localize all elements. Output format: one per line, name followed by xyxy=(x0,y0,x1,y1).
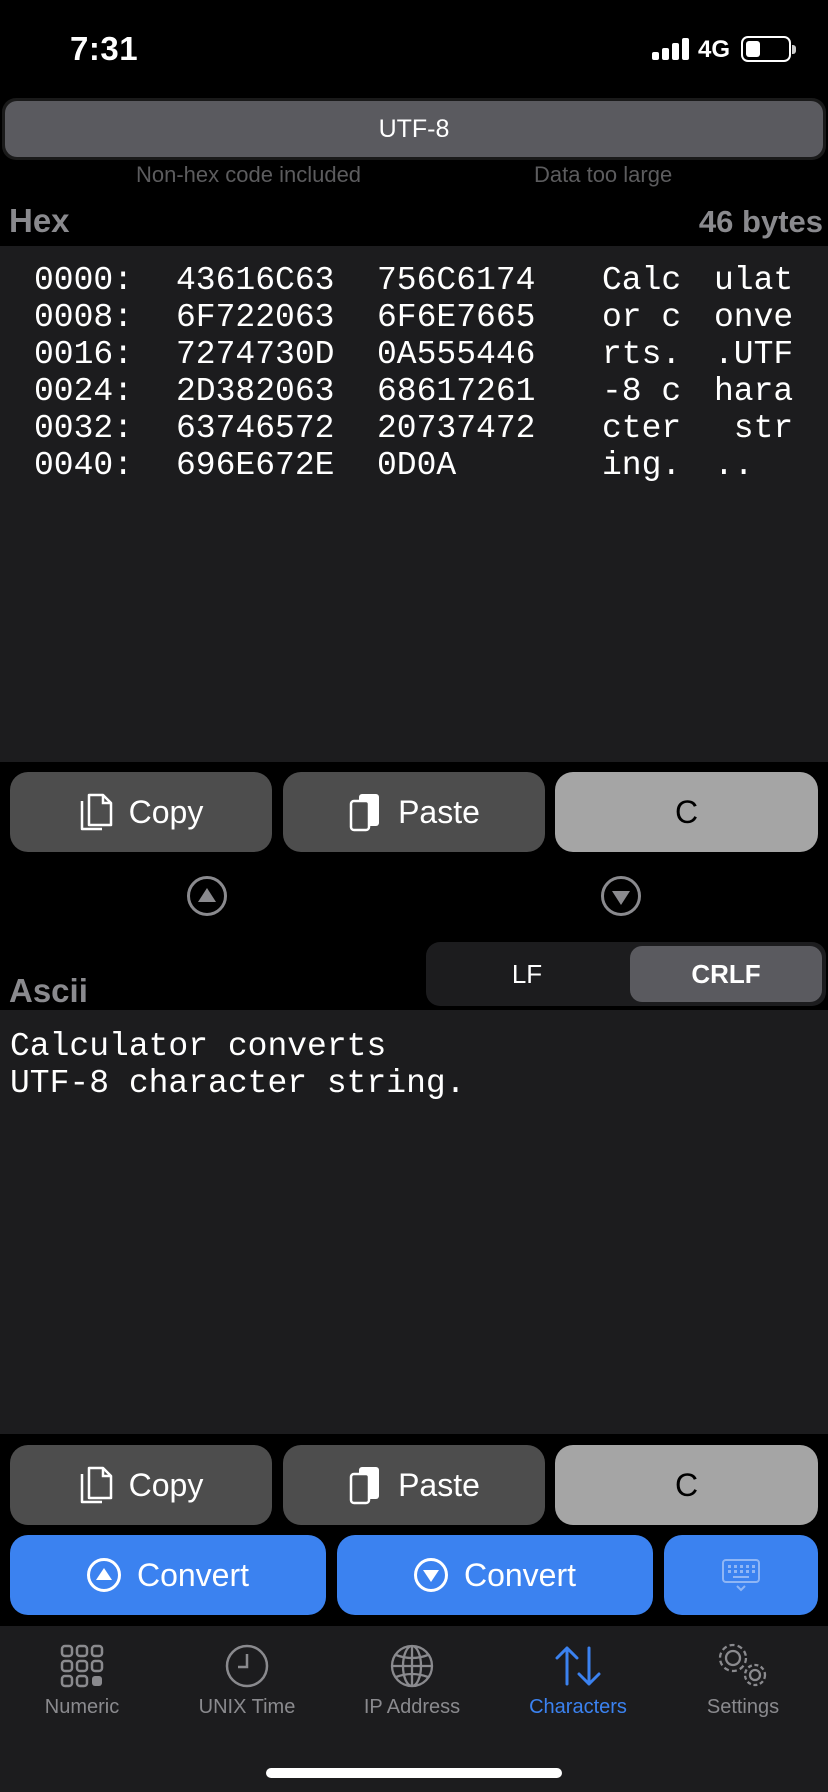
tab-characters[interactable]: Characters xyxy=(503,1642,653,1719)
hex-ascii-chunk: cter xyxy=(602,410,682,447)
encoding-button[interactable]: UTF-8 xyxy=(5,101,823,157)
hex-word: 6F722063 xyxy=(176,299,335,336)
tab-label: Settings xyxy=(706,1696,780,1718)
ascii-text-area[interactable]: Calculator converts UTF-8 character stri… xyxy=(0,1010,828,1434)
encoding-selector: UTF-8 xyxy=(2,98,826,160)
hex-word: 0A555446 xyxy=(377,336,536,373)
tab-label: Characters xyxy=(529,1696,627,1718)
arrow-down-circle-icon xyxy=(413,1558,448,1592)
byte-count: 46 bytes xyxy=(698,204,823,239)
hex-row: 0024: 2D382063 68617261 -8 c hara xyxy=(34,373,793,410)
hex-ascii-chunk: str xyxy=(714,410,794,447)
hex-display[interactable]: 0000: 43616C63 756C6174 Calc ulat 0008: … xyxy=(0,246,828,762)
segment-crlf[interactable]: CRLF xyxy=(630,946,822,1002)
hex-word: 6F6E7665 xyxy=(377,299,536,336)
hex-ascii-chunk: hara xyxy=(714,373,794,410)
tab-numeric[interactable]: Numeric xyxy=(7,1642,157,1719)
hex-ascii-chunk: rts. xyxy=(602,336,682,373)
hex-row: 0032: 63746572 20737472 cter str xyxy=(34,410,793,447)
hex-offset: 0016: xyxy=(34,336,134,373)
hex-word: 63746572 xyxy=(176,410,335,447)
tab-label: Numeric xyxy=(44,1696,120,1718)
arrow-up-icon xyxy=(187,876,227,916)
grid-icon xyxy=(60,1644,104,1688)
hex-word: 20737472 xyxy=(377,410,536,447)
battery-icon xyxy=(741,36,791,62)
hex-clear-button[interactable]: C xyxy=(555,772,818,852)
ascii-line: UTF-8 character string. xyxy=(10,1065,466,1102)
hex-offset: 0000: xyxy=(34,262,134,299)
status-bar: 7:31 4G xyxy=(0,0,828,96)
hex-word: 0D0A xyxy=(377,447,457,484)
convert-down-label: Convert xyxy=(463,1556,577,1593)
paste-icon xyxy=(349,794,380,832)
paste-label: Paste xyxy=(398,793,480,830)
hex-word: 68617261 xyxy=(377,373,536,410)
arrows-updown-icon xyxy=(555,1646,601,1686)
hex-row: 0000: 43616C63 756C6174 Calc ulat xyxy=(34,262,793,299)
hex-copy-button[interactable]: Copy xyxy=(10,772,272,852)
hex-word: 756C6174 xyxy=(377,262,536,299)
hex-offset: 0040: xyxy=(34,447,134,484)
status-time: 7:31 xyxy=(70,30,139,67)
copy-label: Copy xyxy=(128,1466,204,1503)
tab-settings[interactable]: Settings xyxy=(668,1642,818,1719)
clock-icon xyxy=(225,1644,269,1688)
convert-up-label: Convert xyxy=(136,1556,250,1593)
ascii-copy-button[interactable]: Copy xyxy=(10,1445,272,1525)
ascii-section-title: Ascii xyxy=(9,972,88,1009)
hex-word: 696E672E xyxy=(176,447,335,484)
paste-icon xyxy=(349,1467,380,1505)
tab-unix-time[interactable]: UNIX Time xyxy=(172,1642,322,1719)
tab-ip-address[interactable]: IP Address xyxy=(337,1642,487,1719)
tab-label: IP Address xyxy=(363,1696,461,1718)
hex-word: 2D382063 xyxy=(176,373,335,410)
hex-paste-button[interactable]: Paste xyxy=(283,772,545,852)
clear-label: C xyxy=(674,793,699,830)
tab-label: UNIX Time xyxy=(198,1696,296,1718)
hex-offset: 0032: xyxy=(34,410,134,447)
copy-icon xyxy=(80,793,112,831)
hex-offset: 0024: xyxy=(34,373,134,410)
keyboard-icon xyxy=(722,1559,760,1592)
hex-row: 0008: 6F722063 6F6E7665 or c onve xyxy=(34,299,793,336)
cellular-signal-icon xyxy=(652,38,690,60)
hex-word: 43616C63 xyxy=(176,262,335,299)
hex-ascii-chunk: ulat xyxy=(714,262,794,299)
data-too-large-warning: Data too large xyxy=(534,162,673,187)
hex-ascii-chunk: .UTF xyxy=(714,336,794,373)
copy-label: Copy xyxy=(128,793,204,830)
hex-offset: 0008: xyxy=(34,299,134,336)
hex-ascii-chunk: ing. xyxy=(602,447,682,484)
clear-label: C xyxy=(674,1466,699,1503)
non-hex-warning: Non-hex code included xyxy=(136,162,362,187)
convert-up-button[interactable]: Convert xyxy=(10,1535,326,1615)
battery-tip xyxy=(792,45,796,54)
hex-row: 0040: 696E672E 0D0A ing. .. xyxy=(34,447,754,484)
hex-ascii-chunk: or c xyxy=(602,299,682,336)
network-type: 4G xyxy=(698,36,731,63)
home-indicator xyxy=(266,1768,562,1778)
gears-icon xyxy=(718,1643,767,1687)
hex-ascii-chunk: -8 c xyxy=(602,373,682,410)
ascii-clear-button[interactable]: C xyxy=(555,1445,818,1525)
hex-ascii-chunk: .. xyxy=(714,447,754,484)
ascii-paste-button[interactable]: Paste xyxy=(283,1445,545,1525)
arrow-up-circle-icon xyxy=(86,1558,121,1592)
globe-icon xyxy=(390,1644,434,1688)
hex-word: 7274730D xyxy=(176,336,335,373)
copy-icon xyxy=(80,1466,112,1504)
keyboard-toggle-button[interactable] xyxy=(664,1535,818,1615)
hex-row: 0016: 7274730D 0A555446 rts. .UTF xyxy=(34,336,793,373)
line-ending-segmented-control: LF CRLF xyxy=(426,942,826,1006)
hex-section-title: Hex xyxy=(9,202,70,239)
ascii-line: Calculator converts xyxy=(10,1028,387,1065)
segment-lf[interactable]: LF xyxy=(430,946,624,1002)
hex-ascii-chunk: Calc xyxy=(602,262,682,299)
paste-label: Paste xyxy=(398,1466,480,1503)
convert-down-button[interactable]: Convert xyxy=(337,1535,653,1615)
arrow-down-icon xyxy=(601,876,641,916)
hex-ascii-chunk: onve xyxy=(714,299,794,336)
